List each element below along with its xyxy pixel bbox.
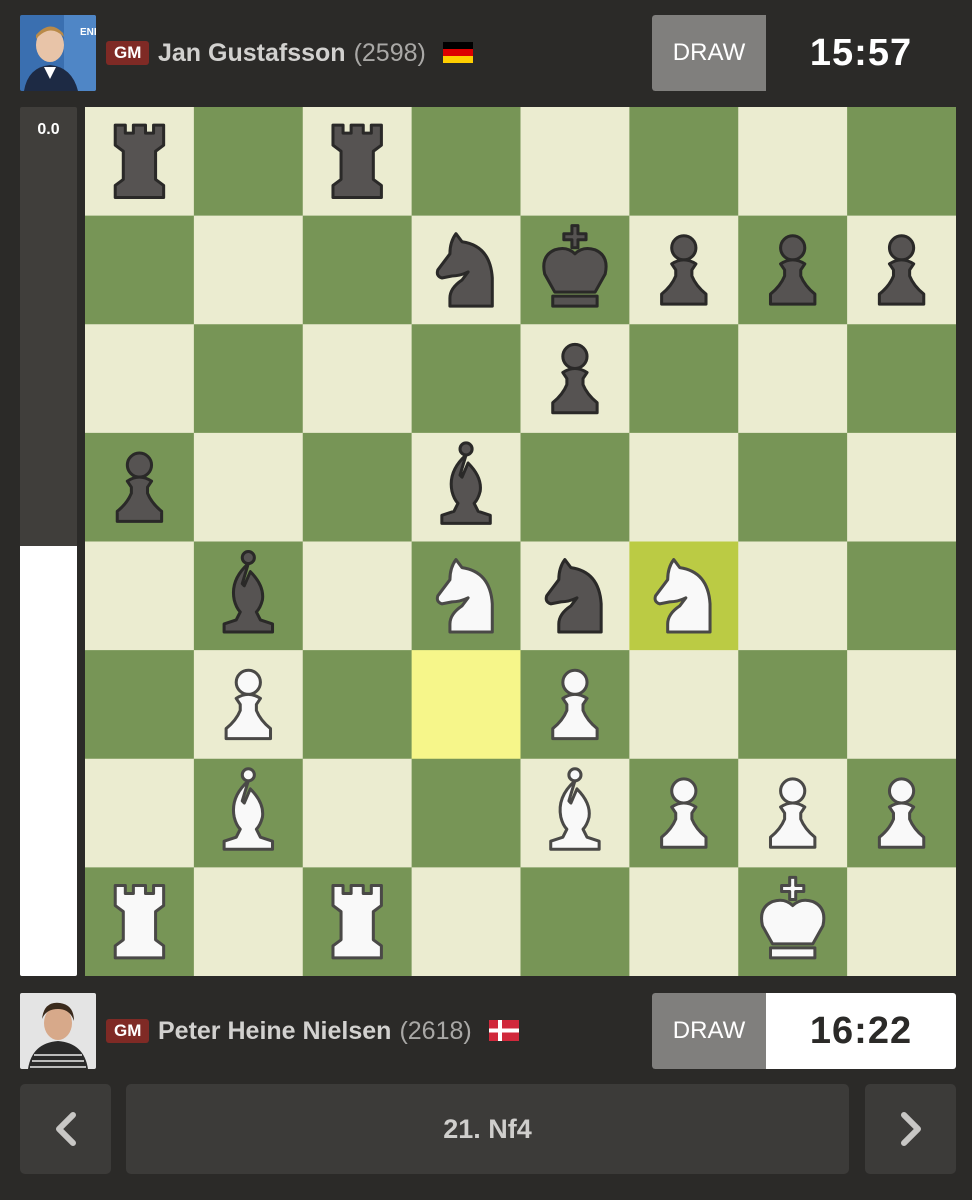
- top-player-clock: DRAW 15:57: [652, 15, 956, 91]
- square-f1[interactable]: [629, 867, 739, 976]
- chevron-right-icon: [900, 1112, 921, 1146]
- flag-denmark-icon: [488, 1019, 519, 1041]
- square-e5[interactable]: [520, 432, 630, 542]
- square-f3[interactable]: [629, 650, 739, 760]
- bottom-player-bar: GM Peter Heine Nielsen (2618) DRAW 16:22: [20, 993, 956, 1069]
- square-h4[interactable]: [847, 541, 956, 651]
- evaluation-score: 0.0: [37, 121, 60, 138]
- square-c7[interactable]: [302, 215, 413, 325]
- avatar-backdrop-text: ENKE GR: [80, 27, 96, 38]
- square-c3[interactable]: [302, 650, 413, 760]
- chess-board[interactable]: [85, 107, 956, 976]
- current-move-display[interactable]: 21. Nf4: [126, 1084, 849, 1174]
- black-rook-c8[interactable]: [331, 123, 383, 200]
- top-player-bar: ENKE GR GM Jan Gustafsson(2598) DRAW 15:…: [20, 15, 956, 91]
- square-h6[interactable]: [847, 324, 956, 434]
- square-h3[interactable]: [847, 650, 956, 760]
- bottom-player-rating: (2618): [399, 1017, 472, 1045]
- square-d6[interactable]: [411, 324, 521, 434]
- square-f8[interactable]: [629, 107, 739, 217]
- square-b6[interactable]: [193, 324, 304, 434]
- bottom-player-clock: DRAW 16:22: [652, 993, 956, 1069]
- top-player-rating: (2598): [353, 39, 426, 67]
- square-a2[interactable]: [85, 758, 195, 868]
- square-a7[interactable]: [85, 215, 195, 325]
- chevron-left-icon: [55, 1112, 76, 1146]
- bottom-player-avatar[interactable]: [20, 993, 96, 1069]
- previous-move-button[interactable]: [20, 1084, 111, 1174]
- square-e8[interactable]: [520, 107, 630, 217]
- flag-germany-icon: [442, 41, 473, 63]
- square-b5[interactable]: [193, 432, 304, 542]
- square-g5[interactable]: [738, 432, 848, 542]
- square-d1[interactable]: [411, 867, 521, 976]
- white-rook-c1[interactable]: [331, 883, 383, 960]
- square-g4[interactable]: [738, 541, 848, 651]
- square-a3[interactable]: [85, 650, 195, 760]
- square-c2[interactable]: [302, 758, 413, 868]
- top-player-avatar[interactable]: ENKE GR: [20, 15, 96, 91]
- square-d3[interactable]: [411, 650, 521, 760]
- bottom-clock-time: 16:22: [766, 993, 956, 1069]
- next-move-button[interactable]: [865, 1084, 956, 1174]
- white-rook-a1[interactable]: [113, 883, 166, 960]
- bottom-player-name-line[interactable]: Peter Heine Nielsen (2618): [158, 1015, 519, 1047]
- square-d8[interactable]: [411, 107, 521, 217]
- square-f6[interactable]: [629, 324, 739, 434]
- square-g3[interactable]: [738, 650, 848, 760]
- square-a6[interactable]: [85, 324, 195, 434]
- square-c5[interactable]: [302, 432, 413, 542]
- bottom-player-name[interactable]: Peter Heine Nielsen: [158, 1017, 391, 1045]
- bottom-draw-button[interactable]: DRAW: [652, 993, 766, 1069]
- square-g8[interactable]: [738, 107, 848, 217]
- evaluation-bar: 0.0: [20, 107, 77, 976]
- square-h8[interactable]: [847, 107, 956, 217]
- top-draw-button[interactable]: DRAW: [652, 15, 766, 91]
- evaluation-bar-white-fill: [20, 545, 77, 976]
- square-h5[interactable]: [847, 432, 956, 542]
- square-f5[interactable]: [629, 432, 739, 542]
- square-d2[interactable]: [411, 758, 521, 868]
- square-b1[interactable]: [193, 867, 304, 976]
- square-c6[interactable]: [302, 324, 413, 434]
- top-player-name[interactable]: Jan Gustafsson: [158, 39, 346, 67]
- square-h1[interactable]: [847, 867, 956, 976]
- top-player-title-badge: GM: [106, 41, 150, 65]
- top-player-name-line[interactable]: Jan Gustafsson (2598): [158, 37, 473, 69]
- square-b8[interactable]: [193, 107, 304, 217]
- square-c4[interactable]: [302, 541, 413, 651]
- square-g6[interactable]: [738, 324, 848, 434]
- black-rook-a8[interactable]: [113, 123, 166, 200]
- square-b7[interactable]: [193, 215, 304, 325]
- top-clock-time: 15:57: [766, 15, 956, 91]
- square-a4[interactable]: [85, 541, 195, 651]
- square-e1[interactable]: [520, 867, 630, 976]
- bottom-player-title-badge: GM: [106, 1019, 150, 1043]
